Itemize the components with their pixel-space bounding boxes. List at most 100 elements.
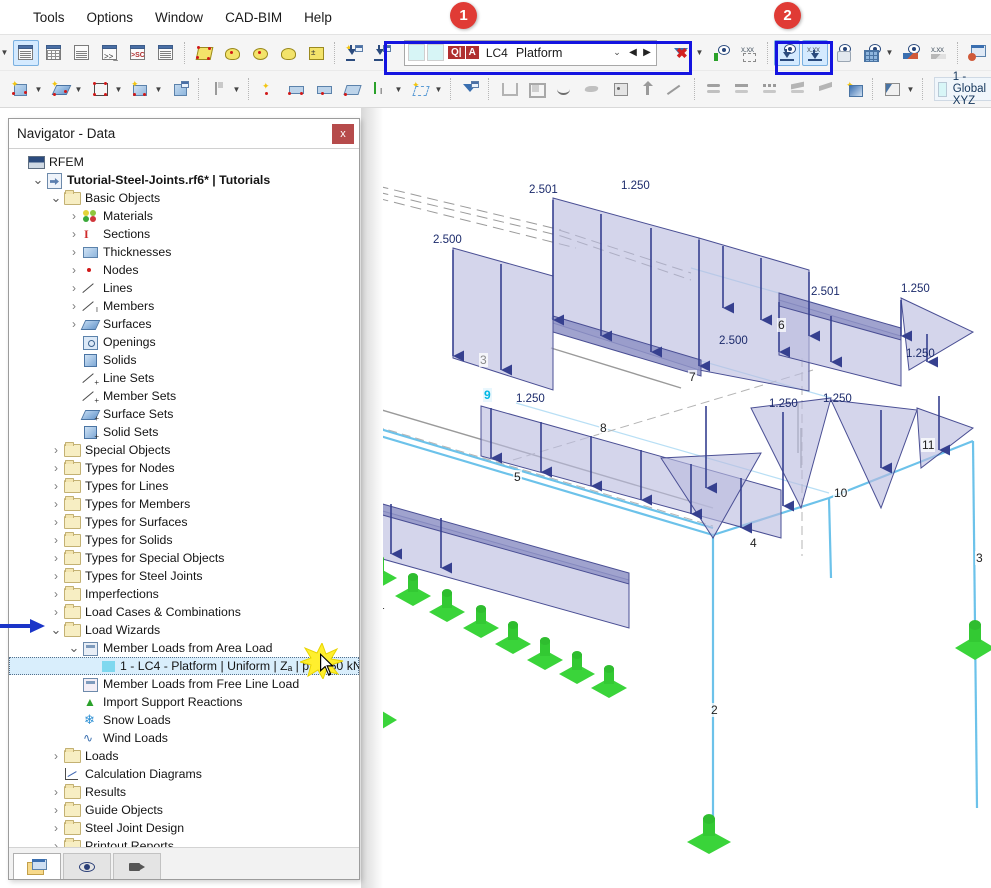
tree-item-thicknesses[interactable]: ›Thicknesses	[9, 243, 359, 261]
tree-item-tutorial-steel-joints-rf6-tutorials[interactable]: ⌄Tutorial-Steel-Joints.rf6* | Tutorials	[9, 171, 359, 189]
close-icon[interactable]: x	[332, 124, 354, 144]
chevron-right-icon[interactable]: ›	[49, 605, 63, 619]
filter-icon[interactable]	[457, 76, 483, 102]
tree-item-solid-sets[interactable]: +Solid Sets	[9, 423, 359, 441]
chevron-right-icon[interactable]: ›	[49, 461, 63, 475]
tree-item-rfem[interactable]: RFEM	[9, 153, 359, 171]
surface-support-icon[interactable]	[339, 76, 365, 102]
chevron-right-icon[interactable]: ›	[67, 245, 81, 259]
delete-load-icon[interactable]: ✖	[668, 40, 694, 66]
chevron-down-icon[interactable]: ⌄	[608, 47, 626, 58]
member-eccentricity-icon[interactable]: I	[367, 76, 393, 102]
chevron-right-icon[interactable]: ›	[67, 281, 81, 295]
chevron-right-icon[interactable]: ›	[49, 479, 63, 493]
tree-item-calculation-diagrams[interactable]: Calculation Diagrams	[9, 765, 359, 783]
select-lasso-icon[interactable]	[219, 40, 245, 66]
new-imperfection-caret[interactable]: ▼	[434, 77, 443, 101]
tree-item-snow-loads[interactable]: ❄Snow Loads	[9, 711, 359, 729]
tree-item-import-support-reactions[interactable]: ▲Import Support Reactions	[9, 693, 359, 711]
tree-item-sections[interactable]: ›ISections	[9, 225, 359, 243]
model-3d-view[interactable]: 2.501 1.250 2.500 2.501 1.250 2.500 1.25…	[361, 108, 991, 888]
cable-curve-icon[interactable]	[551, 76, 577, 102]
report-table-icon[interactable]	[69, 40, 95, 66]
render-settings-icon[interactable]	[964, 40, 990, 66]
menu-tools[interactable]: Tools	[22, 6, 76, 29]
toolbar-overflow-caret[interactable]: ▼	[0, 41, 9, 65]
new-solid-icon[interactable]: ✦	[7, 76, 33, 102]
script-console-icon[interactable]: >SC	[125, 40, 151, 66]
chevron-down-icon[interactable]: ⌄	[49, 622, 63, 638]
tree-item-loads[interactable]: ›Loads	[9, 747, 359, 765]
chevron-down-icon[interactable]: ⌄	[49, 190, 63, 206]
new-block-icon[interactable]	[167, 76, 193, 102]
member-hinge-caret[interactable]: ▼	[232, 77, 241, 101]
new-imperfection-icon[interactable]: ✦	[407, 76, 433, 102]
tree-item-load-wizards[interactable]: ⌄Load Wizards	[9, 621, 359, 639]
show-member-loads-icon[interactable]	[774, 40, 800, 66]
chevron-right-icon[interactable]: ›	[49, 749, 63, 763]
menu-cad-bim[interactable]: CAD-BIM	[214, 6, 293, 29]
chevron-right-icon[interactable]: ›	[49, 785, 63, 799]
select-circle-icon[interactable]	[247, 40, 273, 66]
tab-views[interactable]	[113, 853, 161, 879]
frame-view-icon[interactable]	[495, 76, 521, 102]
free-loads-icon[interactable]	[898, 40, 924, 66]
new-surface-icon[interactable]: ✦	[47, 76, 73, 102]
free-load-values-icon[interactable]: x.xx	[926, 40, 952, 66]
tree-item-wind-loads[interactable]: ∿Wind Loads	[9, 729, 359, 747]
chevron-right-icon[interactable]: ›	[49, 515, 63, 529]
chevron-down-icon[interactable]: ⌄	[67, 640, 81, 656]
member-result-1-icon[interactable]	[701, 76, 727, 102]
diagonal-line-icon[interactable]	[663, 76, 689, 102]
tab-display[interactable]	[63, 853, 111, 879]
menu-window[interactable]: Window	[144, 6, 214, 29]
navigator-tree[interactable]: RFEM⌄Tutorial-Steel-Joints.rf6* | Tutori…	[9, 149, 359, 847]
surface-loads-caret[interactable]: ▼	[885, 41, 894, 65]
member-eccentricity-caret[interactable]: ▼	[394, 77, 403, 101]
printout-icon[interactable]	[153, 40, 179, 66]
line-support-icon[interactable]	[311, 76, 337, 102]
result-values-icon[interactable]	[708, 40, 734, 66]
member-result-4-icon[interactable]	[785, 76, 811, 102]
tab-data[interactable]	[13, 853, 61, 879]
member-result-5-icon[interactable]	[813, 76, 839, 102]
chevron-right-icon[interactable]: ›	[49, 443, 63, 457]
new-opening-icon[interactable]	[87, 76, 113, 102]
tree-item-solids[interactable]: Solids	[9, 351, 359, 369]
tree-item-load-cases-combinations[interactable]: ›Load Cases & Combinations	[9, 603, 359, 621]
delete-load-caret[interactable]: ▼	[695, 41, 704, 65]
tree-item-steel-joint-design[interactable]: ›Steel Joint Design	[9, 819, 359, 837]
new-surface-caret[interactable]: ▼	[74, 77, 83, 101]
tree-item-special-objects[interactable]: ›Special Objects	[9, 441, 359, 459]
menu-help[interactable]: Help	[293, 6, 343, 29]
chevron-right-icon[interactable]: ›	[67, 209, 81, 223]
tree-item-types-for-nodes[interactable]: ›Types for Nodes	[9, 459, 359, 477]
load-case-selector[interactable]: Q| A LC4 Platform ⌄ ◀ ▶	[404, 40, 657, 66]
member-result-2-icon[interactable]	[729, 76, 755, 102]
surface-loads-icon[interactable]	[858, 40, 884, 66]
tree-item-basic-objects[interactable]: ⌄Basic Objects	[9, 189, 359, 207]
chevron-right-icon[interactable]: ›	[49, 587, 63, 601]
tree-item-nodes[interactable]: ›Nodes	[9, 261, 359, 279]
render-mode-caret[interactable]: ▼	[906, 77, 915, 101]
spreadsheet-icon[interactable]	[41, 40, 67, 66]
move-up-icon[interactable]	[635, 76, 661, 102]
previous-load-case-button[interactable]: ◀	[626, 47, 640, 58]
render-mode-icon[interactable]	[879, 76, 905, 102]
result-numbers-icon[interactable]: x.xx	[736, 40, 762, 66]
chevron-right-icon[interactable]: ›	[49, 569, 63, 583]
next-load-case-button[interactable]: ▶	[640, 47, 654, 58]
chevron-right-icon[interactable]: ›	[49, 533, 63, 547]
command-prompt-icon[interactable]: >>_	[97, 40, 123, 66]
show-loads-new-icon[interactable]: ✦	[341, 40, 367, 66]
surface-shade-icon[interactable]	[579, 76, 605, 102]
solid-dice-icon[interactable]	[607, 76, 633, 102]
tree-item-members[interactable]: ›IMembers	[9, 297, 359, 315]
tree-item-guide-objects[interactable]: ›Guide Objects	[9, 801, 359, 819]
show-load-values-icon[interactable]: x.xx	[802, 40, 828, 66]
tree-item-types-for-solids[interactable]: ›Types for Solids	[9, 531, 359, 549]
result-diagram-icon[interactable]: ✦	[841, 76, 867, 102]
chevron-right-icon[interactable]: ›	[49, 821, 63, 835]
coordinate-system-selector[interactable]: 1 - Global XYZ	[934, 77, 991, 101]
select-freehand-icon[interactable]	[275, 40, 301, 66]
